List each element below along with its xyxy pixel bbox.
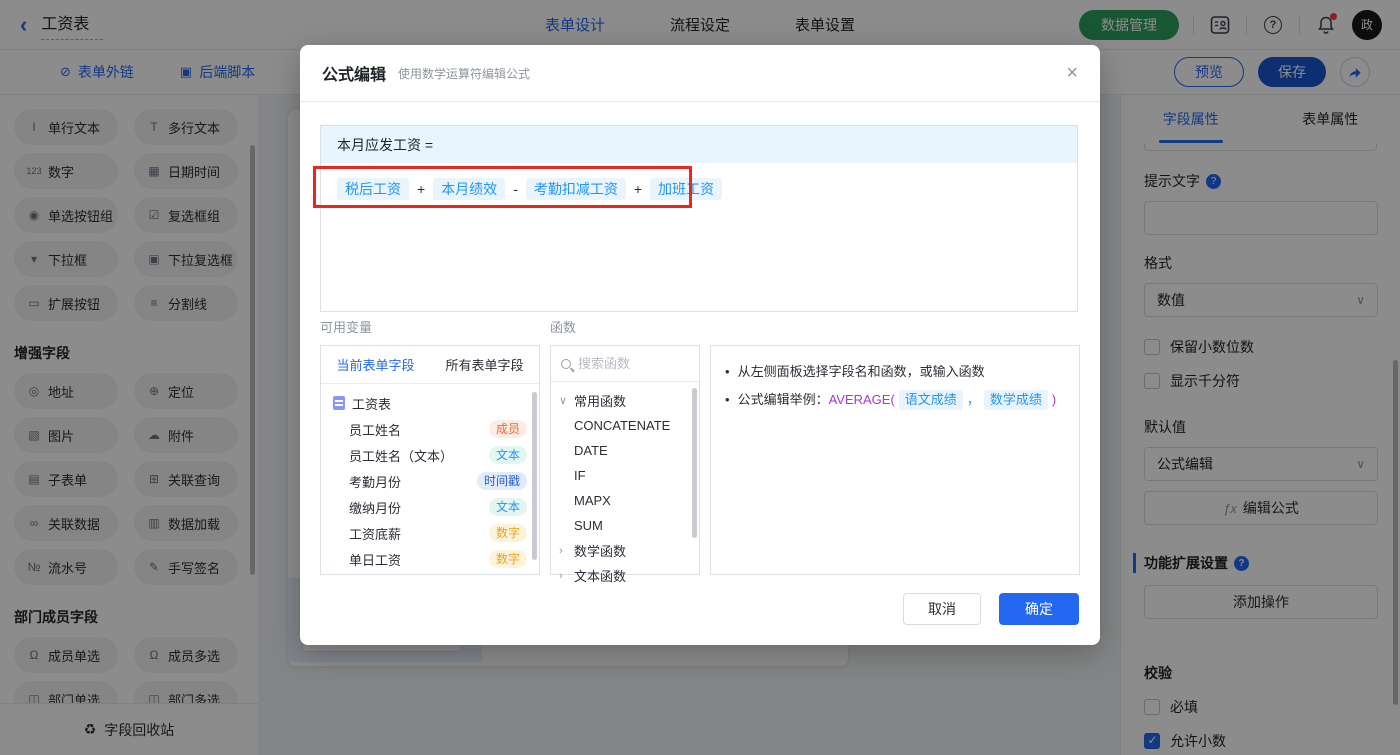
formula-edit-modal: 公式编辑 使用数学运算符编辑公式 × 本月应发工资 = 税后工资 + 本月绩效 … — [300, 45, 1100, 645]
formula-field-chip[interactable]: 加班工资 — [650, 178, 722, 200]
formula-field-chip[interactable]: 本月绩效 — [433, 178, 505, 200]
variable-item[interactable]: 缴纳月份 文本 — [321, 494, 539, 520]
function-item[interactable]: MAPX — [551, 488, 699, 513]
bullet: • — [725, 390, 730, 410]
formula-field-chip[interactable]: 考勤扣减工资 — [526, 178, 626, 200]
tab-all-form-fields[interactable]: 所有表单字段 — [430, 346, 539, 383]
variable-item[interactable]: 员工姓名 成员 — [321, 416, 539, 442]
confirm-button[interactable]: 确定 — [999, 593, 1079, 625]
variables-scrollbar[interactable] — [532, 392, 537, 560]
formula-operator: + — [417, 181, 425, 197]
modal-title: 公式编辑 — [322, 61, 386, 85]
type-badge: 时间戳 — [477, 472, 527, 490]
search-icon — [561, 359, 571, 369]
type-badge: 数字 — [489, 550, 527, 568]
variables-panel: 当前表单字段 所有表单字段 工资表 员工姓名 成员 员工姓名（文本） 文本 考勤… — [320, 345, 540, 575]
function-item[interactable]: SUM — [551, 513, 699, 538]
variable-name: 缴纳月份 — [349, 498, 401, 517]
variables-list: 工资表 员工姓名 成员 员工姓名（文本） 文本 考勤月份 时间戳 缴纳月份 文本… — [321, 384, 539, 572]
formula-operator: - — [513, 181, 518, 197]
hint-line-2: • 公式编辑举例：AVERAGE(语文成绩，数学成绩) — [725, 390, 1065, 410]
function-item[interactable]: CONCATENATE — [551, 413, 699, 438]
variables-form-node[interactable]: 工资表 — [321, 390, 539, 416]
variable-item[interactable]: 员工姓名（文本） 文本 — [321, 442, 539, 468]
search-input[interactable] — [578, 356, 678, 371]
caret-down-icon: ∨ — [559, 394, 569, 407]
functions-scrollbar[interactable] — [692, 388, 697, 538]
variable-name: 工资底薪 — [349, 524, 401, 543]
form-name: 工资表 — [352, 394, 391, 413]
functions-label: 函数 — [550, 317, 576, 336]
modal-header: 公式编辑 使用数学运算符编辑公式 × — [300, 45, 1100, 102]
cancel-button[interactable]: 取消 — [903, 593, 981, 625]
caret-right-icon: › — [559, 570, 569, 582]
variable-item[interactable]: 单日工资 数字 — [321, 546, 539, 572]
formula-expression[interactable]: 税后工资 + 本月绩效 - 考勤扣减工资 + 加班工资 — [321, 163, 1077, 215]
variable-item[interactable]: 工资底薪 数字 — [321, 520, 539, 546]
hints-panel: • 从左侧面板选择字段名和函数，或输入函数 • 公式编辑举例：AVERAGE(语… — [710, 345, 1080, 575]
type-badge: 文本 — [489, 446, 527, 464]
variable-name: 员工姓名 — [349, 420, 401, 439]
function-group-math[interactable]: › 数学函数 — [551, 538, 699, 563]
formula-field-chip[interactable]: 税后工资 — [337, 178, 409, 200]
modal-subtitle: 使用数学运算符编辑公式 — [398, 65, 530, 82]
form-doc-icon — [333, 396, 345, 410]
variables-tabs: 当前表单字段 所有表单字段 — [321, 346, 539, 384]
type-badge: 文本 — [489, 498, 527, 516]
example-field-chip: 数学成绩 — [984, 390, 1048, 410]
function-group-text[interactable]: › 文本函数 — [551, 563, 699, 588]
tab-current-form-fields[interactable]: 当前表单字段 — [321, 346, 430, 383]
variable-name: 考勤月份 — [349, 472, 401, 491]
caret-right-icon: › — [559, 545, 569, 557]
function-group-common[interactable]: ∨ 常用函数 — [551, 388, 699, 413]
bullet: • — [725, 362, 730, 382]
formula-target: 本月应发工资 = — [321, 126, 1077, 163]
type-badge: 成员 — [489, 420, 527, 438]
function-item[interactable]: DATE — [551, 438, 699, 463]
type-badge: 数字 — [489, 524, 527, 542]
hint-line-1: • 从左侧面板选择字段名和函数，或输入函数 — [725, 362, 1065, 382]
functions-panel: ∨ 常用函数 CONCATENATE DATE IF MAPX SUM › 数学… — [550, 345, 700, 575]
formula-operator: + — [634, 181, 642, 197]
variable-item[interactable]: 考勤月份 时间戳 — [321, 468, 539, 494]
variable-name: 单日工资 — [349, 550, 401, 569]
example-field-chip: 语文成绩 — [899, 390, 963, 410]
variables-label: 可用变量 — [320, 317, 372, 336]
variable-name: 员工姓名（文本） — [349, 446, 453, 465]
function-search[interactable] — [551, 346, 699, 382]
formula-editor[interactable]: 本月应发工资 = 税后工资 + 本月绩效 - 考勤扣减工资 + 加班工资 — [320, 125, 1078, 312]
close-icon[interactable]: × — [1066, 63, 1078, 83]
function-item[interactable]: IF — [551, 463, 699, 488]
